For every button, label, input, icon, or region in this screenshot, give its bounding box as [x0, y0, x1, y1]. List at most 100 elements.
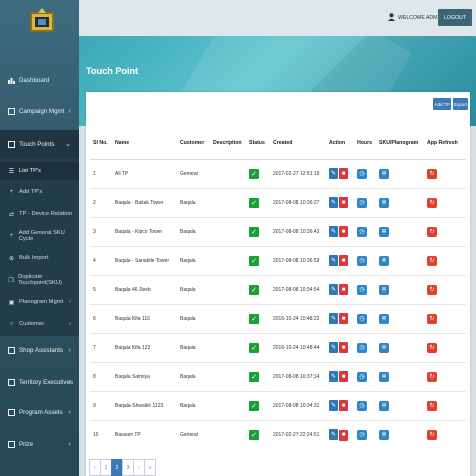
refresh-icon[interactable]: ↻: [427, 197, 437, 208]
submenu-add-tps[interactable]: + Add TP's: [0, 184, 79, 200]
gear-icon[interactable]: ✲: [379, 284, 389, 295]
cell-action: ✎ ■: [326, 187, 354, 217]
refresh-icon[interactable]: ↻: [427, 342, 437, 353]
submenu-bulk-import[interactable]: ⊕ Bulk Import: [0, 250, 79, 266]
sidebar-item-dashboard[interactable]: Dashboard: [0, 70, 79, 90]
cell-hours: ◷: [354, 274, 376, 304]
clock-icon[interactable]: ◷: [357, 342, 367, 353]
cell-description: [210, 274, 246, 304]
plus-icon: +: [9, 233, 14, 239]
edit-icon[interactable]: ✎: [329, 225, 338, 237]
delete-icon[interactable]: ■: [339, 429, 348, 441]
edit-icon[interactable]: ✎: [329, 370, 338, 382]
clock-icon[interactable]: ◷: [357, 429, 367, 440]
sidebar-item-program-assets[interactable]: Program Assets ‹: [0, 402, 79, 422]
clock-icon[interactable]: ◷: [357, 168, 367, 179]
status-check-icon[interactable]: ✓: [249, 342, 259, 353]
sidebar-item-touch-points[interactable]: Touch Points ⌄: [0, 130, 79, 158]
submenu-planogram-mgmt[interactable]: ▣ Planogram Mgmt ‹: [0, 294, 79, 310]
pagination: ‹ 1 2 3 ›»: [89, 459, 156, 476]
cell-created: 2017-08-08 10:36:27: [270, 187, 326, 217]
gear-icon[interactable]: ✲: [379, 400, 389, 411]
submenu-duplicate-touchpoint[interactable]: ❐ Duplicate Touchpoint(SKU): [0, 272, 79, 288]
cell-sku-planogram: ✲: [376, 274, 424, 304]
edit-icon[interactable]: ✎: [329, 196, 338, 208]
cell-description: [210, 419, 246, 449]
cell-created: 2017-02-27 22:24:51: [270, 419, 326, 449]
export-button[interactable]: Export: [453, 98, 468, 110]
refresh-icon[interactable]: ↻: [427, 313, 437, 324]
gear-icon[interactable]: ✲: [379, 255, 389, 266]
refresh-icon[interactable]: ↻: [427, 429, 437, 440]
submenu-customer[interactable]: ○ Customer ‹: [0, 316, 79, 332]
refresh-icon[interactable]: ↻: [427, 371, 437, 382]
edit-icon[interactable]: ✎: [329, 399, 338, 411]
gear-icon[interactable]: ✲: [379, 168, 389, 179]
status-check-icon[interactable]: ✓: [249, 284, 259, 295]
refresh-icon[interactable]: ↻: [427, 226, 437, 237]
sidebar-item-prize[interactable]: Prize ‹: [0, 434, 79, 454]
clock-icon[interactable]: ◷: [357, 284, 367, 295]
page-link[interactable]: »: [144, 459, 156, 476]
delete-icon[interactable]: ■: [339, 313, 348, 325]
gear-icon[interactable]: ✲: [379, 342, 389, 353]
cell-name: Baqala Kifa 116: [112, 303, 177, 333]
sidebar-item-campaign-mgmt[interactable]: Campaign Mgmt ‹: [0, 100, 79, 122]
add-tp-button[interactable]: Add TP: [433, 98, 451, 110]
app-logo[interactable]: [26, 6, 58, 38]
clock-icon[interactable]: ◷: [357, 255, 367, 266]
gear-icon[interactable]: ✲: [379, 226, 389, 237]
clock-icon[interactable]: ◷: [357, 313, 367, 324]
sidebar-item-shop-assistants[interactable]: Shop Assistants ‹: [0, 340, 79, 360]
submenu-list-tps[interactable]: ☰ List TP's: [0, 162, 79, 180]
clock-icon[interactable]: ◷: [357, 371, 367, 382]
delete-icon[interactable]: ■: [339, 400, 348, 412]
edit-icon[interactable]: ✎: [329, 312, 338, 324]
status-check-icon[interactable]: ✓: [249, 226, 259, 237]
status-check-icon[interactable]: ✓: [249, 313, 259, 324]
cell-app-refresh: ↻: [424, 245, 466, 275]
status-check-icon[interactable]: ✓: [249, 429, 259, 440]
delete-icon[interactable]: ■: [339, 371, 348, 383]
delete-icon[interactable]: ■: [339, 342, 348, 354]
gear-icon[interactable]: ✲: [379, 313, 389, 324]
status-check-icon[interactable]: ✓: [249, 400, 259, 411]
edit-icon[interactable]: ✎: [329, 254, 338, 266]
delete-icon[interactable]: ■: [339, 255, 348, 267]
edit-icon[interactable]: ✎: [329, 283, 338, 295]
edit-icon[interactable]: ✎: [329, 429, 338, 440]
cell-description: [210, 332, 246, 362]
delete-icon[interactable]: ■: [339, 284, 348, 296]
clock-icon[interactable]: ◷: [357, 197, 367, 208]
delete-icon[interactable]: ■: [339, 226, 348, 238]
cell-customer: Baqala: [177, 274, 210, 304]
edit-icon[interactable]: ✎: [329, 167, 338, 179]
cell-name: Baqala Salmiya: [112, 361, 177, 391]
cell-sl-no: 2: [90, 187, 112, 217]
submenu-tp-device-relation[interactable]: ⇄ TP - Device Relation: [0, 206, 79, 222]
status-check-icon[interactable]: ✓: [249, 168, 259, 179]
gear-icon[interactable]: ✲: [379, 197, 389, 208]
refresh-icon[interactable]: ↻: [427, 255, 437, 266]
cell-description: [210, 245, 246, 275]
clock-icon[interactable]: ◷: [357, 226, 367, 237]
edit-icon[interactable]: ✎: [329, 341, 338, 353]
status-check-icon[interactable]: ✓: [249, 197, 259, 208]
refresh-icon[interactable]: ↻: [427, 400, 437, 411]
cell-status: ✓: [246, 158, 270, 188]
status-check-icon[interactable]: ✓: [249, 255, 259, 266]
logout-button[interactable]: LOGOUT: [438, 9, 472, 26]
submenu-add-general-sku-cycle[interactable]: + Add General SKU Cycle: [0, 228, 79, 244]
sidebar-item-territory-executives[interactable]: Territory Executives ‹: [0, 372, 79, 392]
col-header: Hours: [354, 128, 376, 160]
clock-icon[interactable]: ◷: [357, 400, 367, 411]
gear-icon[interactable]: ✲: [379, 429, 389, 440]
cell-description: [210, 303, 246, 333]
delete-icon[interactable]: ■: [339, 197, 348, 209]
status-check-icon[interactable]: ✓: [249, 371, 259, 382]
cell-created: 2017-08-08 10:36:43: [270, 216, 326, 246]
refresh-icon[interactable]: ↻: [427, 284, 437, 295]
refresh-icon[interactable]: ↻: [427, 168, 437, 179]
gear-icon[interactable]: ✲: [379, 371, 389, 382]
delete-icon[interactable]: ■: [339, 168, 348, 180]
